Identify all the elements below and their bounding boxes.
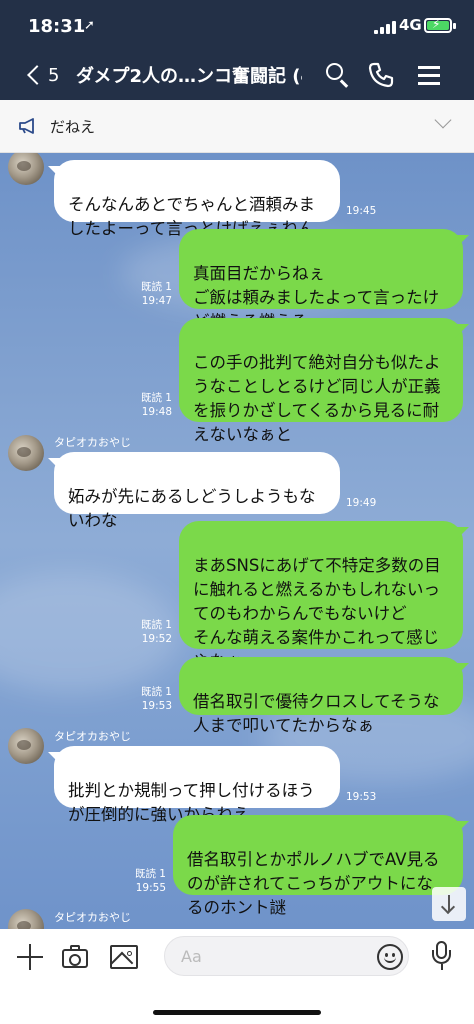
avatar[interactable] [8, 728, 44, 764]
emoji-icon[interactable] [377, 944, 403, 970]
chevron-down-icon[interactable] [434, 111, 452, 129]
location-icon: ➚ [84, 18, 95, 33]
message-input[interactable]: Aa [164, 936, 409, 976]
chat-header: 18:31 ➚ 4G ⚡ 5 ダメプ2人の…ンコ奮闘記 (4) [0, 0, 474, 100]
avatar[interactable] [8, 909, 44, 929]
message-bubble[interactable]: 批判とか規制って押し付けるほう が圧倒的に強いからねえ [48, 746, 340, 824]
message-time: 19:49 [346, 497, 377, 509]
message-time: 19:53 [346, 791, 377, 803]
image-icon[interactable] [110, 945, 138, 969]
sender-name: タピオカおやじ [54, 436, 131, 449]
status-bar: 18:31 ➚ 4G ⚡ [0, 0, 474, 50]
nav-bar: 5 ダメプ2人の…ンコ奮闘記 (4) [0, 50, 474, 100]
message-bubble[interactable]: そんなんあとでちゃんと酒頼みま したよーって言っとけばえぇねん [48, 160, 340, 238]
search-icon[interactable] [322, 60, 352, 90]
avatar[interactable] [8, 435, 44, 471]
read-receipt: 既読 1 19:55 [134, 868, 166, 894]
message-bubble[interactable]: 妬みが先にあるしどうしようもな いわな [48, 452, 340, 530]
battery-icon: ⚡ [424, 17, 456, 33]
chat-area[interactable]: そんなんあとでちゃんと酒頼みま したよーって言っとけばえぇねん 19:45 真面… [0, 153, 474, 929]
back-button[interactable]: 5 [26, 62, 66, 90]
status-time: 18:31 [28, 16, 86, 37]
read-receipt: 既読 1 19:53 [140, 686, 172, 712]
unread-count: 5 [48, 65, 60, 86]
sender-name: タピオカおやじ [54, 730, 131, 743]
microphone-icon[interactable] [430, 941, 454, 973]
menu-icon[interactable] [414, 60, 444, 90]
read-receipt: 既読 1 19:48 [140, 392, 172, 418]
message-bubble[interactable]: まあSNSにあげて不特定多数の目 に触れると燃えるかもしれないっ てのもわからん… [179, 521, 469, 671]
phone-icon[interactable] [366, 60, 396, 90]
megaphone-icon [18, 118, 38, 134]
avatar[interactable] [8, 153, 44, 185]
chevron-left-icon [27, 65, 47, 85]
message-bubble[interactable]: 真面目だからねぇ ご飯は頼みましたよって言ったけ ど燃える燃える [179, 229, 469, 331]
signal-icon [374, 20, 398, 34]
sender-name: タピオカおやじ [54, 911, 131, 924]
chat-title: ダメプ2人の…ンコ奮闘記 (4) [76, 66, 302, 87]
message-bubble[interactable]: 借名取引とかポルノハブでAV見る のが許されてこっちがアウトにな るのホント謎 [173, 815, 469, 917]
announcement-bar[interactable]: だねえ [0, 100, 474, 153]
network-type: 4G [399, 16, 422, 34]
message-time: 19:45 [346, 205, 377, 217]
plus-icon[interactable] [16, 943, 44, 971]
message-bubble[interactable]: 借名取引で優待クロスしてそうな 人まで叩いてたからなぁ [179, 657, 469, 735]
home-indicator [153, 1010, 321, 1015]
read-receipt: 既読 1 19:52 [140, 619, 172, 645]
input-bar: Aa [0, 929, 474, 1024]
message-bubble[interactable]: この手の批判て絶対自分も似たよ うなことしとるけど同じ人が正義 を振りかざしてく… [179, 318, 469, 444]
scroll-to-bottom-button[interactable] [432, 887, 466, 921]
camera-icon[interactable] [62, 945, 90, 969]
read-receipt: 既読 1 19:47 [140, 281, 172, 307]
message-placeholder: Aa [181, 947, 202, 966]
announcement-text: だねえ [50, 118, 96, 136]
